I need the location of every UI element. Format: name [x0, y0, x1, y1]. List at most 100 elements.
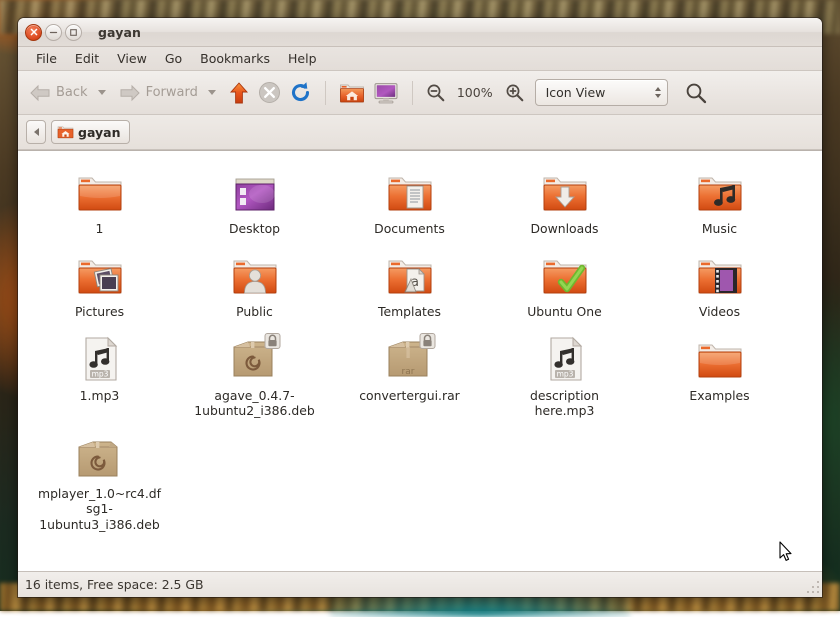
folder-icon	[692, 331, 748, 383]
reload-button[interactable]	[286, 78, 315, 107]
file-item[interactable]: Pictures	[22, 240, 177, 323]
zoom-level: 100%	[456, 85, 493, 100]
file-label: mplayer_1.0~rc4.dfsg1-1ubuntu3_i386.deb	[38, 486, 161, 532]
window-title: gayan	[98, 24, 141, 40]
svg-text:rar: rar	[401, 367, 414, 377]
file-label: Public	[236, 304, 273, 320]
stop-button[interactable]	[255, 78, 284, 107]
status-bar: 16 items, Free space: 2.5 GB	[18, 571, 822, 597]
view-mode-select[interactable]: Icon View	[534, 79, 668, 106]
toolbar-separator-2	[411, 80, 413, 105]
folder-templates-icon: a	[382, 247, 438, 299]
folder-icon	[72, 164, 128, 216]
toolbar-separator-1	[324, 80, 326, 105]
forward-history-caret[interactable]	[207, 90, 216, 95]
path-prev-button[interactable]	[26, 120, 46, 144]
file-item[interactable]: Public	[177, 240, 332, 323]
home-folder-icon	[57, 126, 74, 139]
search-icon	[686, 83, 706, 103]
folder-downloads-icon	[537, 164, 593, 216]
menu-item-help[interactable]: Help	[279, 49, 326, 68]
home-folder-icon	[339, 84, 364, 102]
file-mp3-icon: mp3	[72, 331, 128, 383]
file-item[interactable]: Documents	[332, 157, 487, 240]
file-label: convertergui.rar	[359, 387, 460, 403]
file-item[interactable]: Downloads	[487, 157, 642, 240]
view-mode-spinner-icon[interactable]	[654, 87, 661, 98]
file-item[interactable]: mp3 description here.mp3	[487, 324, 642, 423]
search-button[interactable]	[682, 79, 710, 107]
back-history-caret[interactable]	[97, 90, 106, 95]
folder-pictures-icon	[72, 247, 128, 299]
file-label: agave_0.4.7-1ubuntu2_i386.deb	[194, 387, 315, 418]
file-label: Ubuntu One	[527, 304, 602, 320]
path-bar: gayan	[18, 115, 822, 150]
menu-item-view[interactable]: View	[108, 49, 156, 68]
zoom-in-icon	[506, 84, 523, 102]
maximize-button[interactable]	[65, 23, 82, 41]
file-item[interactable]: mp3 1.mp3	[22, 324, 177, 423]
file-item[interactable]: a Templates	[332, 240, 487, 323]
file-item[interactable]: 1	[22, 157, 177, 240]
zoom-out-button[interactable]	[423, 80, 448, 105]
folder-videos-icon	[692, 247, 748, 299]
up-button[interactable]	[225, 78, 253, 108]
view-mode-value: Icon View	[545, 85, 606, 100]
folder-documents-icon	[382, 164, 438, 216]
breadcrumb-gayan[interactable]: gayan	[51, 120, 131, 144]
file-label: Examples	[689, 387, 750, 403]
menu-bar: File Edit View Go Bookmarks Help	[18, 47, 822, 71]
title-bar[interactable]: gayan	[18, 18, 822, 47]
back-label: Back	[56, 85, 88, 100]
file-item[interactable]: Examples	[642, 324, 797, 423]
file-item[interactable]: Music	[642, 157, 797, 240]
file-label: Documents	[374, 221, 445, 236]
folder-ubuntuone-icon	[537, 247, 593, 299]
package-deb-icon	[72, 429, 128, 481]
maximize-icon	[70, 28, 77, 36]
resize-grip[interactable]	[806, 581, 820, 595]
back-arrow-icon	[30, 84, 50, 101]
folder-music-icon	[692, 164, 748, 216]
menu-item-file[interactable]: File	[27, 49, 66, 68]
home-button[interactable]	[336, 78, 368, 108]
icon-grid: 1 Desktop Documents Downloads Music Pict…	[18, 151, 822, 536]
stop-icon	[258, 82, 280, 103]
forward-arrow-icon	[120, 84, 140, 101]
file-label: 1	[95, 221, 104, 237]
status-text: 16 items, Free space: 2.5 GB	[25, 577, 204, 592]
minimize-button[interactable]	[45, 23, 62, 41]
file-label: Pictures	[74, 304, 125, 320]
file-item[interactable]: Videos	[642, 240, 797, 323]
file-item[interactable]: rar convertergui.rar	[332, 324, 487, 423]
minimize-icon	[49, 31, 58, 33]
up-arrow-icon	[229, 81, 248, 103]
menu-item-go[interactable]: Go	[156, 49, 191, 68]
file-list-view[interactable]: 1 Desktop Documents Downloads Music Pict…	[18, 150, 822, 571]
forward-button[interactable]: Forward	[115, 81, 202, 105]
file-item[interactable]: Ubuntu One	[487, 240, 642, 323]
menu-item-bookmarks[interactable]: Bookmarks	[191, 49, 279, 68]
file-label: Downloads	[530, 221, 599, 236]
zoom-in-button[interactable]	[502, 80, 527, 105]
file-label: 1.mp3	[79, 387, 120, 403]
file-label: description here.mp3	[530, 387, 599, 418]
close-button[interactable]	[25, 23, 42, 41]
file-manager-window[interactable]: gayan File Edit View Go Bookmarks Help B…	[18, 18, 822, 597]
file-item[interactable]: mplayer_1.0~rc4.dfsg1-1ubuntu3_i386.deb	[22, 422, 177, 536]
computer-icon	[374, 82, 398, 103]
breadcrumb-label: gayan	[78, 124, 121, 140]
package-rar-icon: rar	[382, 331, 438, 383]
close-icon	[30, 28, 37, 36]
file-label: Music	[701, 221, 738, 236]
file-label: Desktop	[228, 221, 281, 236]
file-item[interactable]: agave_0.4.7-1ubuntu2_i386.deb	[177, 324, 332, 423]
back-button[interactable]: Back	[25, 81, 92, 105]
file-item[interactable]: Desktop	[177, 157, 332, 240]
chevron-left-icon	[33, 128, 39, 136]
menu-item-edit[interactable]: Edit	[66, 49, 108, 68]
computer-button[interactable]	[370, 78, 402, 108]
file-label: Templates	[378, 304, 441, 320]
forward-label: Forward	[145, 85, 198, 100]
svg-text:mp3: mp3	[556, 369, 573, 378]
